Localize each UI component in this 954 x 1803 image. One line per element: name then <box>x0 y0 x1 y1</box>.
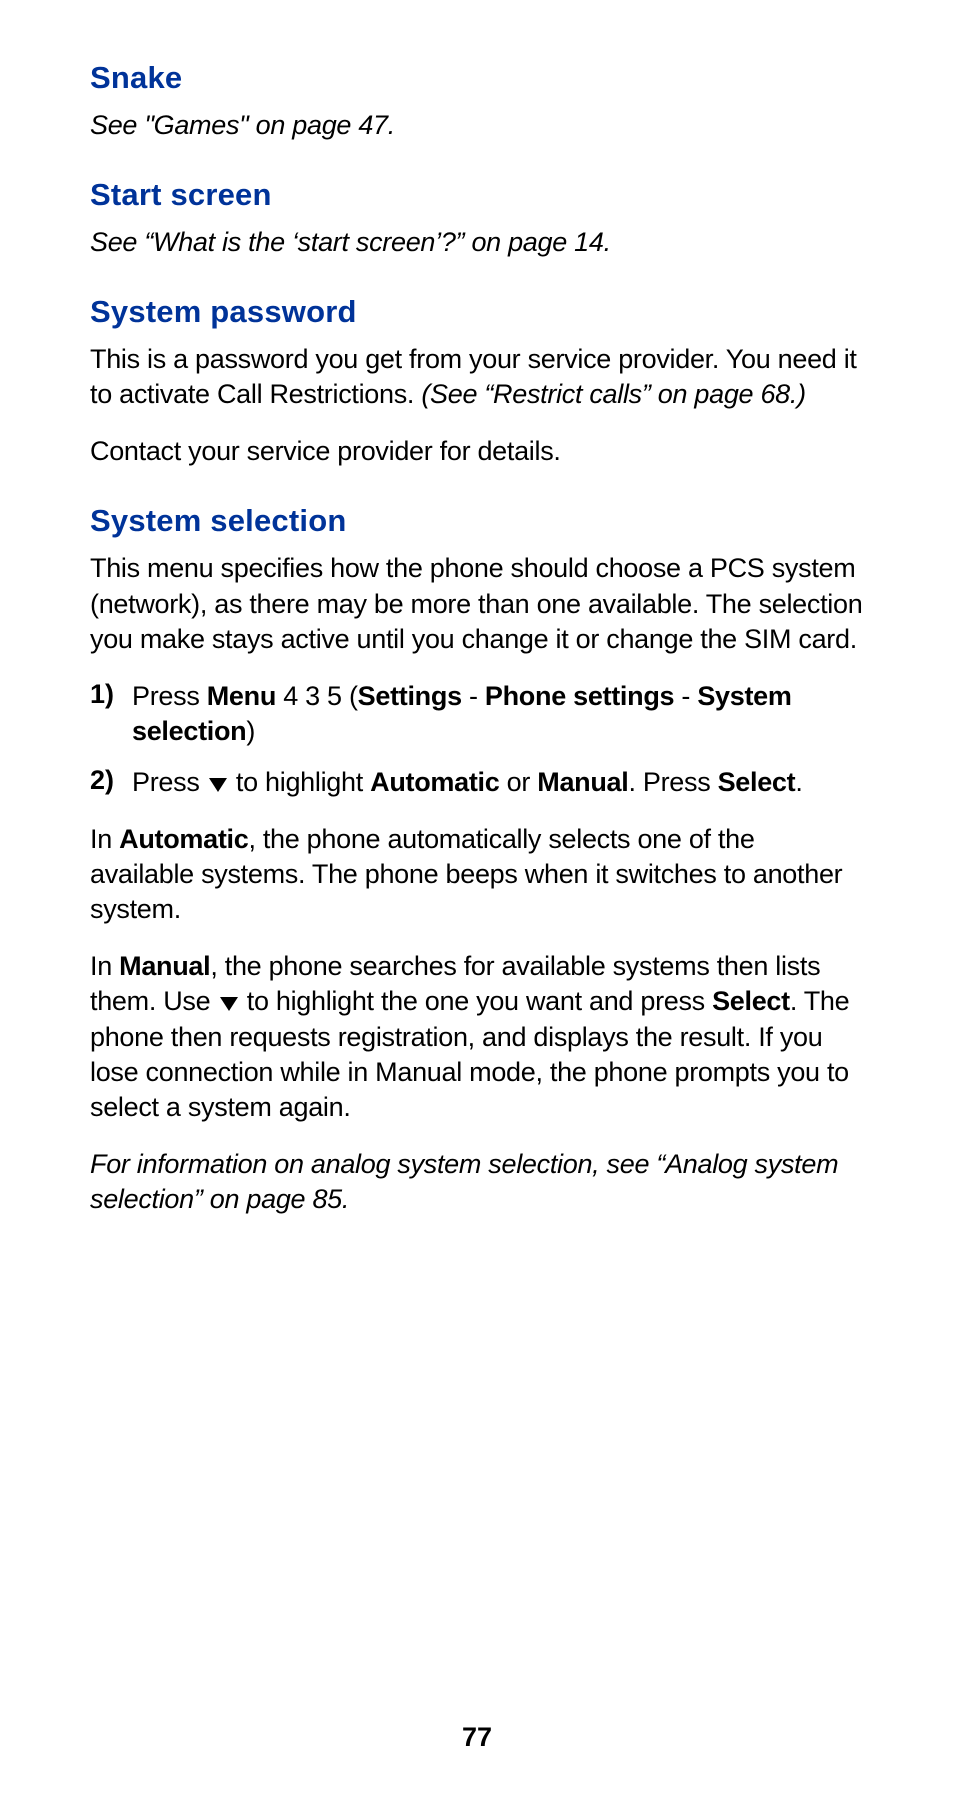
section-start-screen: Start screen See “What is the ‘start scr… <box>90 177 864 260</box>
step-1-t5: ) <box>246 716 255 746</box>
step-1-settings: Settings <box>358 681 462 711</box>
step-1-menu: Menu <box>207 681 276 711</box>
manual-paragraph: In Manual, the phone searches for availa… <box>90 949 864 1124</box>
heading-snake: Snake <box>90 60 864 96</box>
start-screen-ref: See “What is the ‘start screen’?” on pag… <box>90 225 864 260</box>
step-2-t5: . <box>795 767 802 797</box>
step-2-manual: Manual <box>537 767 628 797</box>
step-1-body: Press Menu 4 3 5 (Settings - Phone setti… <box>132 679 864 749</box>
step-2: 2) Press to highlight Automatic or Manua… <box>90 765 864 800</box>
scroll-down-icon <box>220 997 238 1011</box>
step-1-t3: - <box>462 681 485 711</box>
step-2-t1: Press <box>132 767 207 797</box>
heading-start-screen: Start screen <box>90 177 864 213</box>
system-password-p2: Contact your service provider for detail… <box>90 434 864 469</box>
manual-page: Snake See "Games" on page 47. Start scre… <box>0 0 954 1803</box>
step-1-t1: Press <box>132 681 207 711</box>
auto-t1: In <box>90 824 119 854</box>
scroll-down-icon <box>209 778 227 792</box>
snake-ref: See "Games" on page 47. <box>90 108 864 143</box>
section-system-password: System password This is a password you g… <box>90 294 864 469</box>
automatic-paragraph: In Automatic, the phone automatically se… <box>90 822 864 927</box>
step-2-t4: . Press <box>628 767 717 797</box>
system-password-p1: This is a password you get from your ser… <box>90 342 864 412</box>
section-snake: Snake See "Games" on page 47. <box>90 60 864 143</box>
system-password-p1-ref: (See “Restrict calls” on page 68.) <box>421 379 805 409</box>
system-selection-steps: 1) Press Menu 4 3 5 (Settings - Phone se… <box>90 679 864 800</box>
step-2-body: Press to highlight Automatic or Manual. … <box>132 765 803 800</box>
page-number: 77 <box>0 1722 954 1753</box>
section-system-selection: System selection This menu specifies how… <box>90 503 864 1217</box>
step-1-t4: - <box>674 681 697 711</box>
auto-b1: Automatic <box>119 824 248 854</box>
man-b2: Select <box>712 986 790 1016</box>
step-1-marker: 1) <box>90 679 118 749</box>
heading-system-selection: System selection <box>90 503 864 539</box>
man-t3: to highlight the one you want and press <box>240 986 713 1016</box>
system-selection-intro: This menu specifies how the phone should… <box>90 551 864 656</box>
step-2-t2: to highlight <box>229 767 370 797</box>
man-t1: In <box>90 951 119 981</box>
step-2-t3: or <box>499 767 537 797</box>
step-1: 1) Press Menu 4 3 5 (Settings - Phone se… <box>90 679 864 749</box>
step-2-select: Select <box>718 767 796 797</box>
step-2-automatic: Automatic <box>370 767 499 797</box>
step-2-marker: 2) <box>90 765 118 800</box>
heading-system-password: System password <box>90 294 864 330</box>
man-b1: Manual <box>119 951 210 981</box>
analog-footnote: For information on analog system selecti… <box>90 1147 864 1217</box>
step-1-t2: 4 3 5 ( <box>276 681 358 711</box>
step-1-phone-settings: Phone settings <box>485 681 674 711</box>
